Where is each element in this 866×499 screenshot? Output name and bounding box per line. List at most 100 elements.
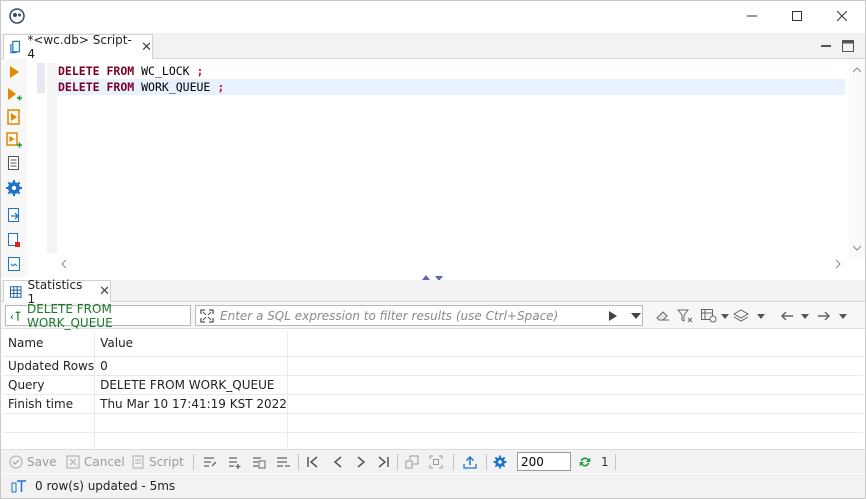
script-button[interactable]: Script xyxy=(131,454,184,470)
cell-name[interactable]: Finish time xyxy=(3,394,96,414)
column-header-name[interactable]: Name xyxy=(3,331,96,357)
explain-plan-button[interactable] xyxy=(6,155,22,171)
last-page-icon xyxy=(378,456,389,468)
first-page-button[interactable] xyxy=(306,454,324,470)
save-label: Save xyxy=(27,455,57,469)
last-page-button[interactable] xyxy=(376,454,394,470)
maximize-button[interactable] xyxy=(774,1,820,31)
cell-name[interactable]: Query xyxy=(3,375,96,395)
chevron-down-icon xyxy=(757,313,765,319)
tab-script-4[interactable]: *<wc.db> Script-4 ✕ xyxy=(3,33,153,61)
history-back-button[interactable] xyxy=(779,308,795,324)
table-settings-icon xyxy=(701,309,717,323)
copy-row-button[interactable] xyxy=(252,454,270,470)
panels-button[interactable] xyxy=(733,308,749,324)
status-bar: 0 row(s) updated - 5ms xyxy=(1,474,865,498)
minimize-view-icon[interactable] xyxy=(819,39,833,53)
next-page-button[interactable] xyxy=(354,454,372,470)
column-header-value[interactable]: Value xyxy=(94,331,288,357)
results-grid[interactable]: Name Value Updated Rows 0 Query DELETE F… xyxy=(3,331,863,452)
refresh-button[interactable] xyxy=(578,454,596,470)
tab-close-icon[interactable]: ✕ xyxy=(141,40,152,55)
scroll-right-icon[interactable] xyxy=(835,260,841,268)
view-options-dropdown[interactable] xyxy=(717,308,733,324)
apply-filter-button[interactable] xyxy=(605,308,621,324)
toolbar-separator xyxy=(397,454,398,470)
fetch-settings-button[interactable] xyxy=(493,454,511,470)
horizontal-scrollbar[interactable] xyxy=(57,257,847,271)
dbeaver-window: *<wc.db> Script-4 ✕ DELETE FROM WC_LOCK … xyxy=(0,0,866,499)
minimize-button[interactable] xyxy=(729,1,775,31)
expand-icon[interactable] xyxy=(200,309,214,323)
cell-name[interactable]: Updated Rows xyxy=(3,356,96,376)
edit-row-button[interactable] xyxy=(203,454,221,470)
refresh-icon xyxy=(579,457,591,467)
load-script-button[interactable] xyxy=(6,232,22,248)
cancel-label: Cancel xyxy=(84,455,125,469)
keyword: FROM xyxy=(106,80,135,94)
line-gutter xyxy=(47,63,57,253)
play-plus-icon xyxy=(8,88,22,101)
file-error-icon xyxy=(8,233,20,247)
table-row[interactable]: Finish time Thu Mar 10 17:41:19 KST 2022 xyxy=(3,394,863,414)
execute-new-tab-button[interactable] xyxy=(6,87,22,103)
add-row-button[interactable] xyxy=(228,454,246,470)
history-back-dropdown[interactable] xyxy=(797,308,813,324)
settings-button[interactable] xyxy=(6,180,22,196)
table-row[interactable]: Query DELETE FROM WORK_QUEUE xyxy=(3,375,863,395)
filter-settings-button[interactable] xyxy=(677,308,693,324)
scroll-up-icon[interactable] xyxy=(853,67,861,73)
filter-expression-box[interactable] xyxy=(195,305,643,326)
edit-lines-icon xyxy=(204,457,217,467)
previous-page-button[interactable] xyxy=(331,454,349,470)
execute-statement-button[interactable] xyxy=(6,64,22,80)
sql-file-icon xyxy=(8,257,20,271)
clear-filter-button[interactable] xyxy=(655,308,671,324)
sql-editor[interactable]: DELETE FROM WC_LOCK ; DELETE FROM WORK_Q… xyxy=(27,59,865,277)
table-row[interactable]: Updated Rows 0 xyxy=(3,356,863,376)
sql-editor-toolbar xyxy=(1,59,27,277)
maximize-icon xyxy=(792,11,802,21)
code-line-current[interactable]: DELETE FROM WORK_QUEUE ; xyxy=(57,79,845,95)
scroll-down-icon[interactable] xyxy=(853,245,861,251)
status-text: 0 row(s) updated - 5ms xyxy=(35,479,176,493)
cell-value[interactable]: Thu Mar 10 17:41:19 KST 2022 xyxy=(94,394,288,414)
funnel-icon xyxy=(677,309,693,323)
document-lines-icon xyxy=(8,156,19,170)
export-data-button[interactable] xyxy=(463,454,481,470)
editor-tab-bar: *<wc.db> Script-4 ✕ xyxy=(1,33,865,61)
grid-filler xyxy=(287,331,863,357)
chevron-down-icon xyxy=(801,313,809,319)
panels-dropdown[interactable] xyxy=(753,308,769,324)
scroll-left-icon[interactable] xyxy=(61,260,67,268)
switch-panel-button[interactable] xyxy=(405,454,423,470)
cell-value[interactable]: 0 xyxy=(94,356,288,376)
save-button[interactable]: Save xyxy=(9,454,56,470)
semicolon: ; xyxy=(217,80,225,94)
execute-script-button[interactable] xyxy=(6,109,22,125)
fit-columns-button[interactable] xyxy=(429,454,447,470)
filter-input[interactable] xyxy=(220,308,600,323)
view-options-button[interactable] xyxy=(701,308,717,324)
close-window-button[interactable] xyxy=(819,1,865,31)
delete-row-button[interactable] xyxy=(276,454,294,470)
history-forward-button[interactable] xyxy=(816,308,832,324)
cell-value[interactable]: DELETE FROM WORK_QUEUE xyxy=(94,375,288,395)
gear-icon xyxy=(6,180,22,196)
tab-statistics-1[interactable]: Statistics 1 ✕ xyxy=(3,278,111,306)
code-line[interactable]: DELETE FROM WC_LOCK ; xyxy=(57,63,845,79)
tab-close-icon[interactable]: ✕ xyxy=(99,284,110,299)
execute-script-new-tab-button[interactable] xyxy=(6,132,22,148)
history-forward-dropdown[interactable] xyxy=(835,308,851,324)
sql-file-button[interactable] xyxy=(6,256,22,272)
maximize-view-icon[interactable] xyxy=(841,39,855,53)
fetch-size-input[interactable] xyxy=(517,452,571,471)
filter-history-dropdown[interactable] xyxy=(628,308,644,324)
app-logo-icon xyxy=(9,8,25,24)
cancel-button[interactable]: Cancel xyxy=(66,454,125,470)
code-area[interactable]: DELETE FROM WC_LOCK ; DELETE FROM WORK_Q… xyxy=(57,63,845,95)
keyword: DELETE xyxy=(58,64,100,78)
export-button[interactable] xyxy=(6,207,22,223)
active-query-label[interactable]: DELETE FROM WORK_QUEUE xyxy=(5,302,191,330)
vertical-scrollbar[interactable] xyxy=(849,59,865,259)
